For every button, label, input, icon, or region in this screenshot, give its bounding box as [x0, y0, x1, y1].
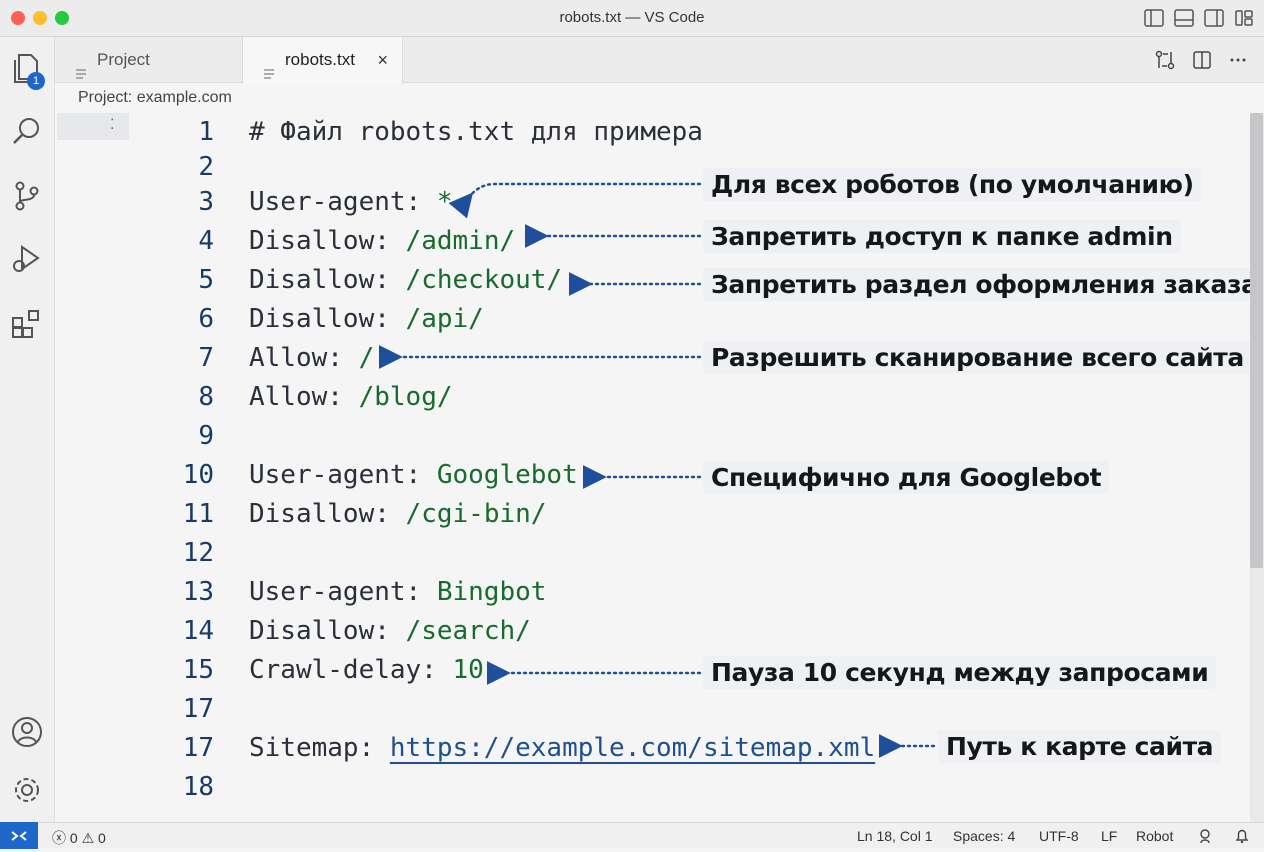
feedback-icon[interactable]	[1198, 828, 1214, 847]
annotation-arrows	[378, 182, 936, 758]
language-mode[interactable]: Robot	[1136, 828, 1173, 844]
indentation[interactable]: Spaces: 4	[953, 828, 1015, 844]
encoding[interactable]: UTF-8	[1039, 828, 1079, 844]
annotation-label: Запретить доступ к папке admin	[703, 220, 1181, 253]
cursor-position[interactable]: Ln 18, Col 1	[857, 828, 933, 844]
warning-icon: ⚠	[81, 830, 95, 846]
notifications-bell-icon[interactable]	[1234, 828, 1250, 847]
remote-indicator-icon[interactable]	[0, 822, 38, 849]
annotation-label: Специфично для Googlebot	[703, 461, 1110, 494]
status-bar: ⓧ 0 ⚠ 0 Ln 18, Col 1 Spaces: 4 UTF-8 LF …	[0, 822, 1264, 849]
annotation-label: Разрешить сканирование всего сайта	[703, 341, 1252, 374]
error-icon: ⓧ	[52, 830, 66, 846]
annotation-label: Для всех роботов (по умолчанию)	[703, 168, 1202, 201]
scrollbar-thumb[interactable]	[1250, 113, 1263, 568]
annotation-label: Пауза 10 секунд между запросами	[703, 656, 1217, 689]
problems-indicator[interactable]: ⓧ 0 ⚠ 0	[52, 828, 106, 848]
error-count: 0	[69, 830, 78, 846]
arrow-1	[448, 182, 702, 219]
warning-count: 0	[98, 830, 106, 846]
line-ending[interactable]: LF	[1101, 828, 1117, 844]
annotation-label: Запретить раздел оформления заказа	[703, 268, 1264, 301]
annotation-label: Путь к карте сайта	[938, 730, 1222, 763]
